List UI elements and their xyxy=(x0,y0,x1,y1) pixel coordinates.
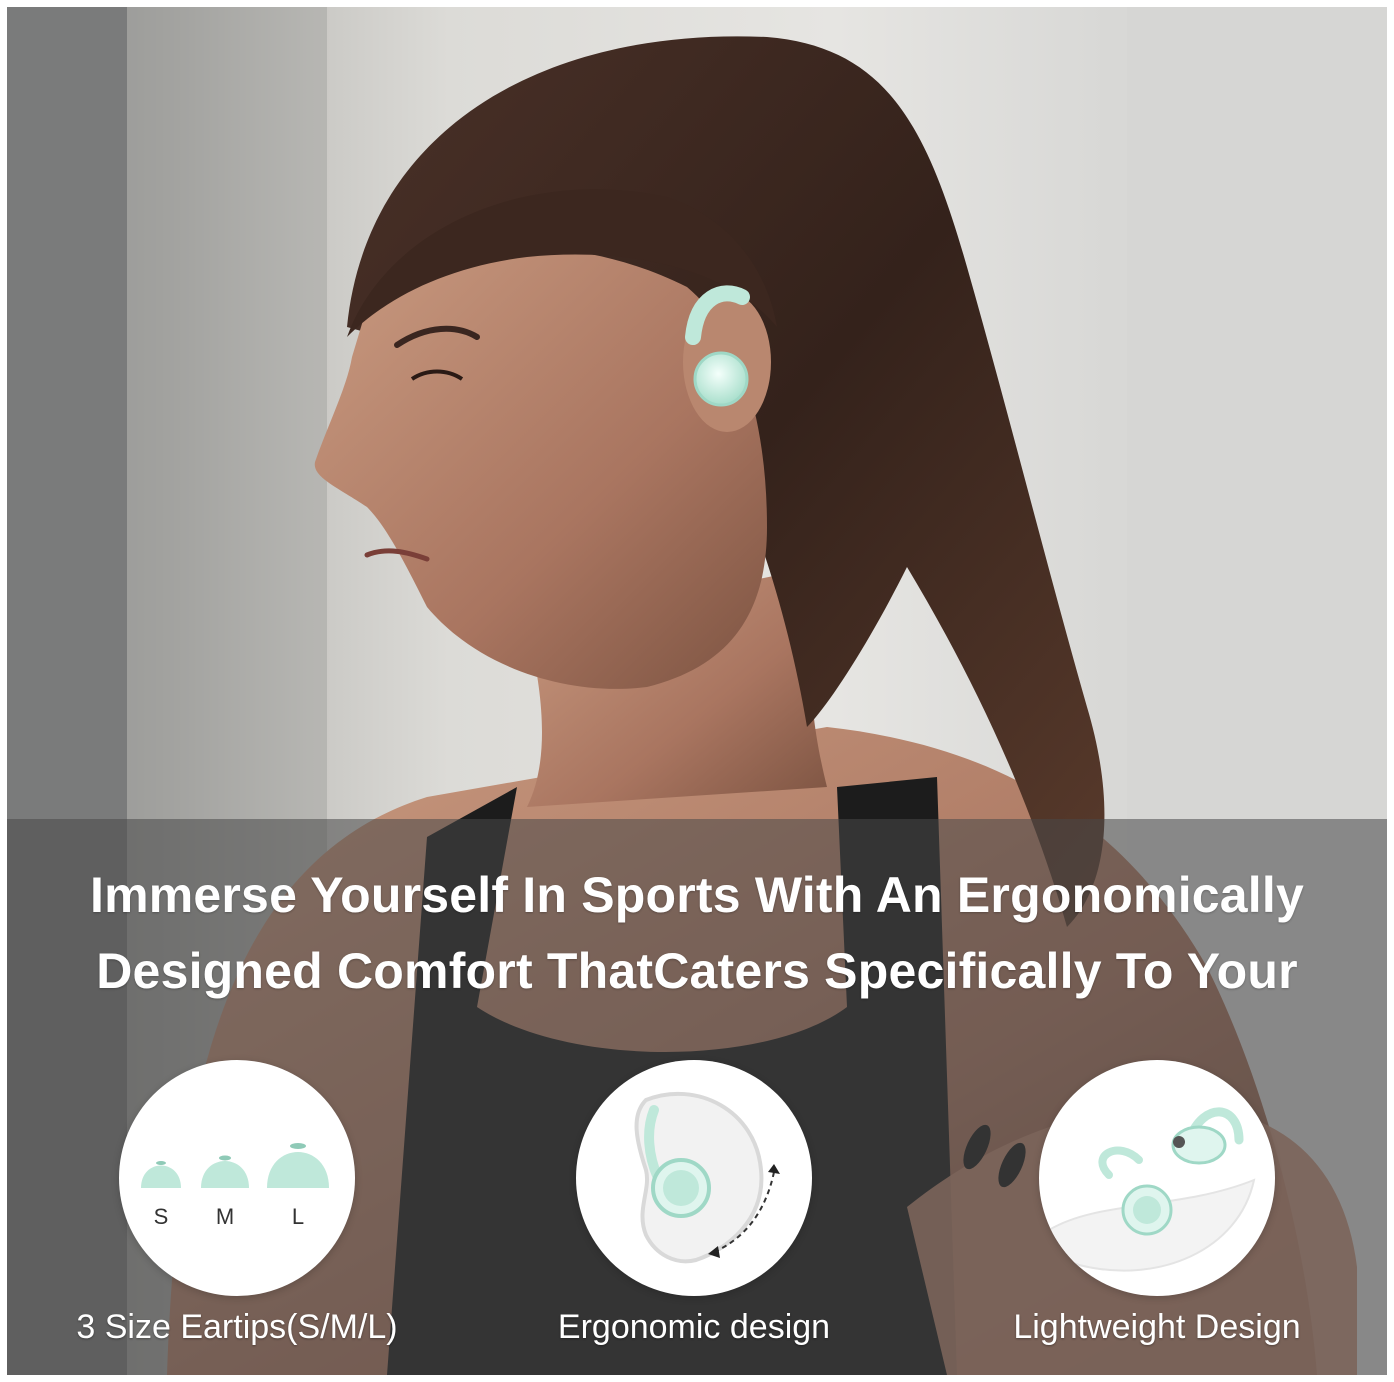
feature-eartips: S M L 3 Size Eartips(S/M/L) xyxy=(47,1060,427,1360)
feature-lightweight: Lightweight Design xyxy=(967,1060,1347,1360)
eartip-small xyxy=(141,1161,181,1188)
eartip-large xyxy=(267,1143,329,1188)
product-banner: Immerse Yourself In Sports With An Ergon… xyxy=(7,7,1387,1375)
feature-ergonomic: Ergonomic design xyxy=(504,1060,884,1360)
feature-eartips-label: 3 Size Eartips(S/M/L) xyxy=(76,1308,398,1346)
size-label-m: M xyxy=(216,1204,234,1229)
headline: Immerse Yourself In Sports With An Ergon… xyxy=(7,857,1387,1009)
feature-ergonomic-circle xyxy=(576,1060,812,1296)
feature-lightweight-label: Lightweight Design xyxy=(1013,1308,1301,1346)
eartips-icon: S M L xyxy=(141,1143,329,1229)
feature-eartips-circle: S M L xyxy=(119,1060,355,1296)
headline-line-1: Immerse Yourself In Sports With An Ergon… xyxy=(89,867,1305,923)
ear-fit-icon xyxy=(634,1091,780,1264)
size-label-s: S xyxy=(154,1204,169,1229)
feature-lightweight-circle xyxy=(1039,1060,1275,1296)
feather-earbuds-icon xyxy=(1047,1107,1256,1272)
feature-ergonomic-label: Ergonomic design xyxy=(557,1308,831,1346)
size-label-l: L xyxy=(292,1204,304,1229)
eartip-medium xyxy=(201,1155,249,1188)
headline-line-2: Designed Comfort ThatCaters Specifically… xyxy=(96,943,1298,999)
